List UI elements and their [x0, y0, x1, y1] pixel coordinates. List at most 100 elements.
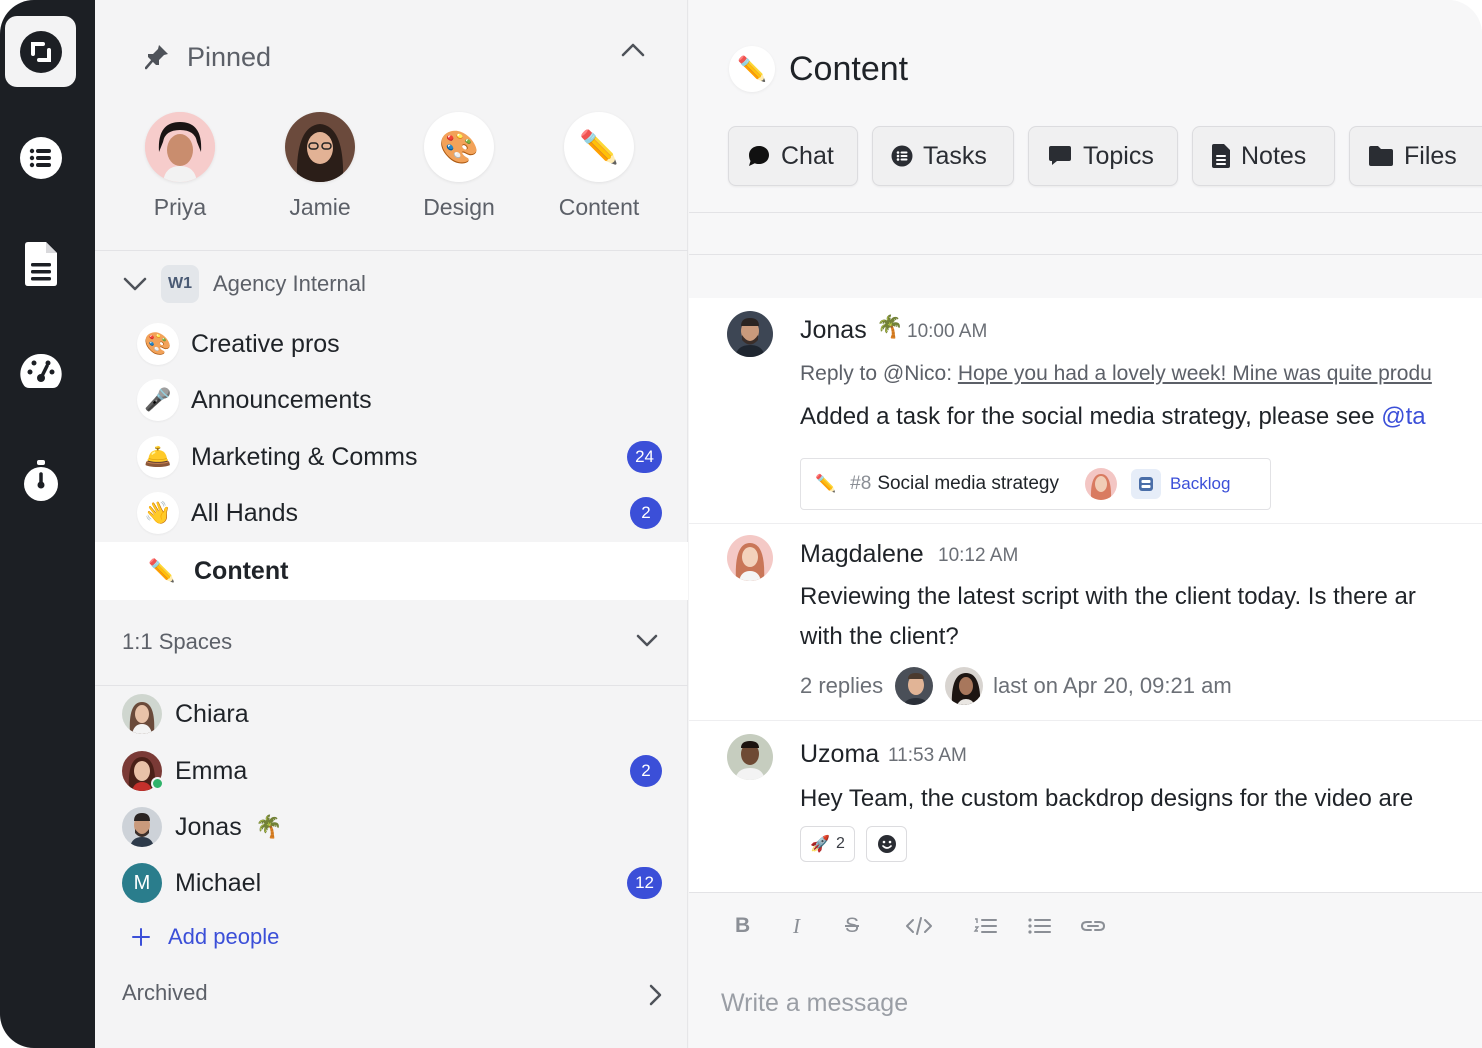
channel-marketing-comms[interactable]: 🛎️ Marketing & Comms 24	[95, 429, 688, 485]
divider	[689, 523, 1482, 524]
pinned-header[interactable]: Pinned	[145, 40, 645, 74]
microphone-icon: 🎤	[137, 379, 179, 421]
add-reaction-button[interactable]	[866, 826, 907, 862]
app-logo[interactable]	[5, 16, 76, 87]
tab-notes[interactable]: Notes	[1192, 126, 1335, 186]
pinned-content[interactable]: ✏️ Content	[539, 112, 659, 221]
pinned-design[interactable]: 🎨 Design	[399, 112, 519, 221]
divider	[689, 720, 1482, 721]
message-time: 11:53 AM	[888, 745, 967, 766]
bullet-list-button[interactable]	[1027, 913, 1051, 939]
pinned-label: Design	[423, 194, 495, 220]
task-name: Social media strategy	[877, 473, 1059, 494]
tab-chat[interactable]: Chat	[728, 126, 858, 186]
divider	[689, 254, 1482, 255]
bullet-list-icon	[1028, 918, 1051, 934]
pinned-label: Jamie	[289, 194, 351, 220]
pinned-label: Priya	[153, 194, 207, 220]
task-card[interactable]: ✏️ #8 Social media strategy Backlog	[800, 458, 1271, 510]
mention-link[interactable]: @ta	[1381, 403, 1425, 430]
pencil-icon: ✏️	[729, 46, 775, 92]
reaction-rocket[interactable]: 🚀 2	[800, 826, 855, 862]
bold-button[interactable]: B	[735, 913, 750, 939]
palm-tree-icon: 🌴	[255, 814, 283, 839]
dm-name: Chiara	[175, 699, 249, 728]
divider	[689, 212, 1482, 213]
channel-announcements[interactable]: 🎤 Announcements	[95, 372, 688, 428]
channel-name: Marketing & Comms	[191, 442, 418, 471]
dm-emma[interactable]: Emma 2	[95, 746, 688, 796]
link-icon	[1080, 921, 1106, 931]
workspace-header[interactable]: W1 Agency Internal	[123, 264, 366, 304]
dm-chiara[interactable]: Chiara	[95, 689, 688, 739]
divider	[95, 685, 688, 686]
spaces-section-title[interactable]: 1:1 Spaces	[122, 629, 232, 655]
plus-icon	[132, 928, 150, 946]
author-name: Uzoma	[800, 740, 880, 768]
chevron-right-icon	[649, 984, 662, 1006]
reply-reference[interactable]: Reply to @Nico: Hope you had a lovely we…	[800, 362, 1432, 386]
pencil-icon: ✏️	[815, 474, 837, 493]
topics-icon	[1049, 146, 1071, 165]
content-channel-icon: ✏️	[564, 112, 634, 182]
add-people-label: Add people	[168, 924, 280, 949]
channel-name: Content	[194, 556, 289, 585]
logo-icon	[19, 30, 62, 73]
author-name: Jonas	[800, 316, 867, 344]
archived-row[interactable]: Archived	[122, 980, 662, 1006]
rail-timer-button[interactable]	[17, 456, 65, 504]
dm-jonas[interactable]: Jonas 🌴	[95, 802, 688, 852]
chevron-down-icon[interactable]	[636, 634, 658, 648]
message-input[interactable]: Write a message	[721, 989, 908, 1018]
magdalene-avatar[interactable]	[727, 535, 773, 581]
workspace-name: Agency Internal	[213, 271, 366, 296]
unread-badge: 12	[627, 867, 662, 899]
palette-icon: 🎨	[137, 323, 179, 365]
unread-badge: 24	[627, 441, 662, 473]
nav-rail	[0, 0, 95, 1048]
italic-button[interactable]: I	[793, 913, 800, 939]
pinned-priya[interactable]: Priya	[120, 112, 240, 221]
task-number: #8	[850, 473, 872, 494]
reply-quote: Hope you had a lovely week! Mine was qui…	[957, 362, 1432, 385]
channel-name: Announcements	[191, 385, 372, 414]
folder-icon	[1369, 146, 1393, 166]
dm-michael[interactable]: M Michael 12	[95, 858, 688, 908]
code-button[interactable]	[905, 913, 933, 939]
dm-name: Jonas	[175, 812, 242, 841]
tab-label: Notes	[1241, 141, 1307, 170]
channel-all-hands[interactable]: 👋 All Hands 2	[95, 485, 688, 541]
rail-chats-button[interactable]	[17, 134, 65, 182]
message-text: Hey Team, the custom backdrop designs fo…	[800, 785, 1414, 812]
archived-label: Archived	[122, 980, 208, 1005]
michael-avatar: M	[122, 863, 162, 903]
tab-tasks[interactable]: Tasks	[872, 126, 1014, 186]
channel-name: Creative pros	[191, 329, 340, 358]
strikethrough-button[interactable]: S	[845, 913, 859, 939]
dm-name: Michael	[175, 868, 262, 897]
channel-creative-pros[interactable]: 🎨 Creative pros	[95, 316, 688, 372]
add-people-button[interactable]: Add people	[131, 924, 279, 950]
link-button[interactable]	[1080, 913, 1106, 939]
tab-files[interactable]: Files	[1349, 126, 1482, 186]
unread-badge: 2	[630, 755, 662, 787]
jonas-avatar[interactable]	[727, 311, 773, 357]
pinned-label: Content	[558, 194, 640, 220]
chiara-avatar	[122, 694, 162, 734]
pinned-jamie[interactable]: Jamie	[260, 112, 380, 221]
message-text: Added a task for the social media strate…	[800, 403, 1382, 430]
channel-title: Content	[789, 49, 909, 88]
chevron-up-icon[interactable]	[621, 43, 645, 57]
ordered-list-button[interactable]	[973, 913, 997, 939]
rail-dashboard-button[interactable]	[17, 348, 65, 396]
uzoma-avatar[interactable]	[727, 734, 773, 780]
app-window: Pinned Priya Jamie 🎨 Design ✏️ Content W…	[0, 0, 1482, 1048]
task-status[interactable]: Backlog	[1130, 469, 1230, 499]
tab-topics[interactable]: Topics	[1028, 126, 1178, 186]
rail-docs-button[interactable]	[17, 240, 65, 288]
reply-prefix: Reply to @Nico:	[800, 362, 953, 385]
inbox-icon	[1130, 469, 1161, 499]
thread-summary[interactable]: 2 replies last on Apr 20, 09:21 am	[800, 664, 1232, 708]
channel-name: All Hands	[191, 498, 298, 527]
channel-content-active[interactable]: ✏️ Content	[95, 542, 688, 600]
